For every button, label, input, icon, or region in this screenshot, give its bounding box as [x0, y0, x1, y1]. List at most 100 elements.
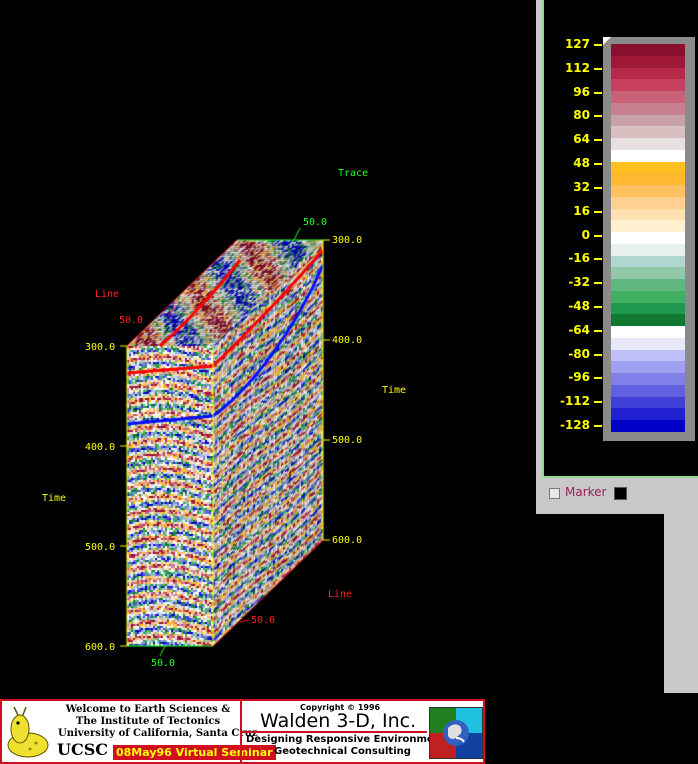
colorbar-swatch: [611, 91, 685, 103]
colorbar-tick: [594, 163, 602, 166]
top-line-tick: 50.0: [119, 315, 144, 326]
colorbar-tick-label: -32: [568, 275, 590, 290]
line-axis-label-left: Line: [95, 289, 120, 300]
colorbar-tick-label: 48: [573, 156, 590, 171]
bottom-trace-tick: 50.0: [151, 658, 176, 669]
colorbar-swatch: [611, 102, 685, 115]
ucsc-logo-text: UCSC: [57, 740, 108, 759]
seminar-banner[interactable]: Welcome to Earth Sciences & The Institut…: [0, 699, 485, 764]
company-name: Walden 3-D, Inc.: [260, 710, 417, 732]
colorbar-tick: [594, 329, 602, 332]
colorbar-tick: [594, 401, 602, 404]
colorbar-swatch: [611, 126, 685, 138]
panel-gray-strip: [664, 514, 698, 693]
welcome-line-1: Welcome to Earth Sciences &: [65, 704, 231, 715]
colorbar-tick: [594, 139, 602, 142]
colorbar-tick-label: 96: [573, 84, 590, 99]
colorbar-swatch: [611, 290, 685, 303]
colorbar-tick: [594, 44, 602, 46]
bottom-line-tick: 50.0: [251, 615, 276, 626]
colorbar-swatch: [611, 349, 685, 362]
colorbar-tick-label: 64: [573, 132, 590, 147]
welcome-line-3: University of California, Santa Cruz: [58, 728, 258, 739]
time-axis-label-right: Time: [382, 385, 407, 396]
colorbar-tick: [594, 115, 602, 118]
colorbar-tick-label: 32: [573, 179, 590, 194]
welcome-text: Welcome to Earth Sciences & The Institut…: [58, 704, 258, 740]
colorbar-swatch: [611, 67, 685, 80]
colorbar-swatch: [611, 185, 685, 197]
colorbar-tick-label: 80: [573, 108, 590, 123]
colorbar-swatch: [611, 243, 685, 256]
colorbar-swatch: [611, 302, 685, 315]
back-time-tick-300: 300.0: [332, 235, 363, 246]
colorbar-tick: [594, 377, 602, 380]
colorbar-swatch: [611, 326, 685, 338]
marker-color-swatch[interactable]: [614, 487, 627, 500]
colorbar-tick-label: -80: [568, 346, 590, 361]
colorbar-tick: [594, 305, 602, 308]
colorbar-swatch: [611, 408, 685, 420]
colorbar-tick-label: -16: [568, 251, 590, 266]
colorbar-swatch: [611, 161, 685, 174]
colorbar-swatch: [611, 232, 685, 244]
back-time-tick-500: 500.0: [332, 435, 363, 446]
trace-axis-label: Trace: [338, 168, 369, 179]
colorbar-tick: [594, 282, 602, 285]
time-axis-label-left: Time: [42, 493, 67, 504]
top-trace-tick: 50.0: [303, 217, 328, 228]
colorbar-tick: [594, 353, 602, 356]
colorbar-swatch: [611, 173, 685, 185]
colorbar-swatch: [611, 373, 685, 385]
colorbar-tick: [594, 67, 602, 70]
back-time-tick-400: 400.0: [332, 335, 363, 346]
colorbar-tick: [594, 258, 602, 261]
seismic-volume-canvas[interactable]: [0, 0, 536, 699]
colorbar-swatch: [611, 44, 685, 56]
colorbar-tick-label: 0: [581, 227, 590, 242]
colorbar-swatch: [611, 267, 685, 279]
colorbar-swatch: [611, 279, 685, 291]
colorbar-swatch: [611, 337, 685, 350]
banana-slug-icon: [7, 706, 49, 758]
colorbar-swatch: [611, 314, 685, 326]
line-axis-label-right: Line: [328, 589, 353, 600]
colorbar-swatch: [611, 361, 685, 373]
colorbar-tick: [594, 210, 602, 213]
colorbar-swatch: [611, 149, 685, 162]
colorbar[interactable]: [611, 44, 685, 432]
colorbar-swatch: [611, 138, 685, 150]
colorbar-swatch: [611, 196, 685, 209]
back-time-tick-600: 600.0: [332, 535, 363, 546]
colorbar-swatch: [611, 384, 685, 397]
colorbar-tick-label: -112: [559, 394, 590, 409]
colorbar-swatch: [611, 55, 685, 68]
marker-checkbox[interactable]: [549, 488, 560, 499]
colorbar-swatch: [611, 79, 685, 91]
tagline-line-1: Designing Responsive Environments: [246, 734, 452, 745]
colorbar-tick-label: -64: [568, 322, 590, 337]
colorbar-tick: [594, 91, 602, 94]
welcome-line-2: The Institute of Tectonics: [75, 716, 221, 727]
colorbar-swatch: [611, 208, 685, 221]
tagline-line-2: Geotechnical Consulting: [274, 746, 411, 757]
colorbar-tick-label: -96: [568, 370, 590, 385]
colorbar-tick: [594, 186, 602, 189]
colorbar-tick-label: -48: [568, 298, 590, 313]
front-time-tick-300: 300.0: [85, 342, 116, 353]
colorbar-tick-label: 112: [564, 60, 590, 75]
colorbar-tick-label: 127: [564, 37, 590, 51]
colorbar-tick: [594, 425, 602, 427]
front-time-tick-400: 400.0: [85, 442, 116, 453]
colorbar-swatch: [611, 396, 685, 409]
colorbar-tick: [594, 234, 602, 237]
colorbar-swatch: [611, 114, 685, 127]
colorbar-tick-label: 16: [573, 203, 590, 218]
colorbar-swatch: [611, 420, 685, 432]
front-time-tick-500: 500.0: [85, 542, 116, 553]
front-time-tick-600: 600.0: [85, 642, 116, 653]
colorbar-tick-label: -128: [559, 418, 590, 432]
walden-earth-logo-icon: [429, 707, 483, 759]
colorbar-swatch: [611, 220, 685, 232]
marker-label: Marker: [565, 485, 607, 499]
